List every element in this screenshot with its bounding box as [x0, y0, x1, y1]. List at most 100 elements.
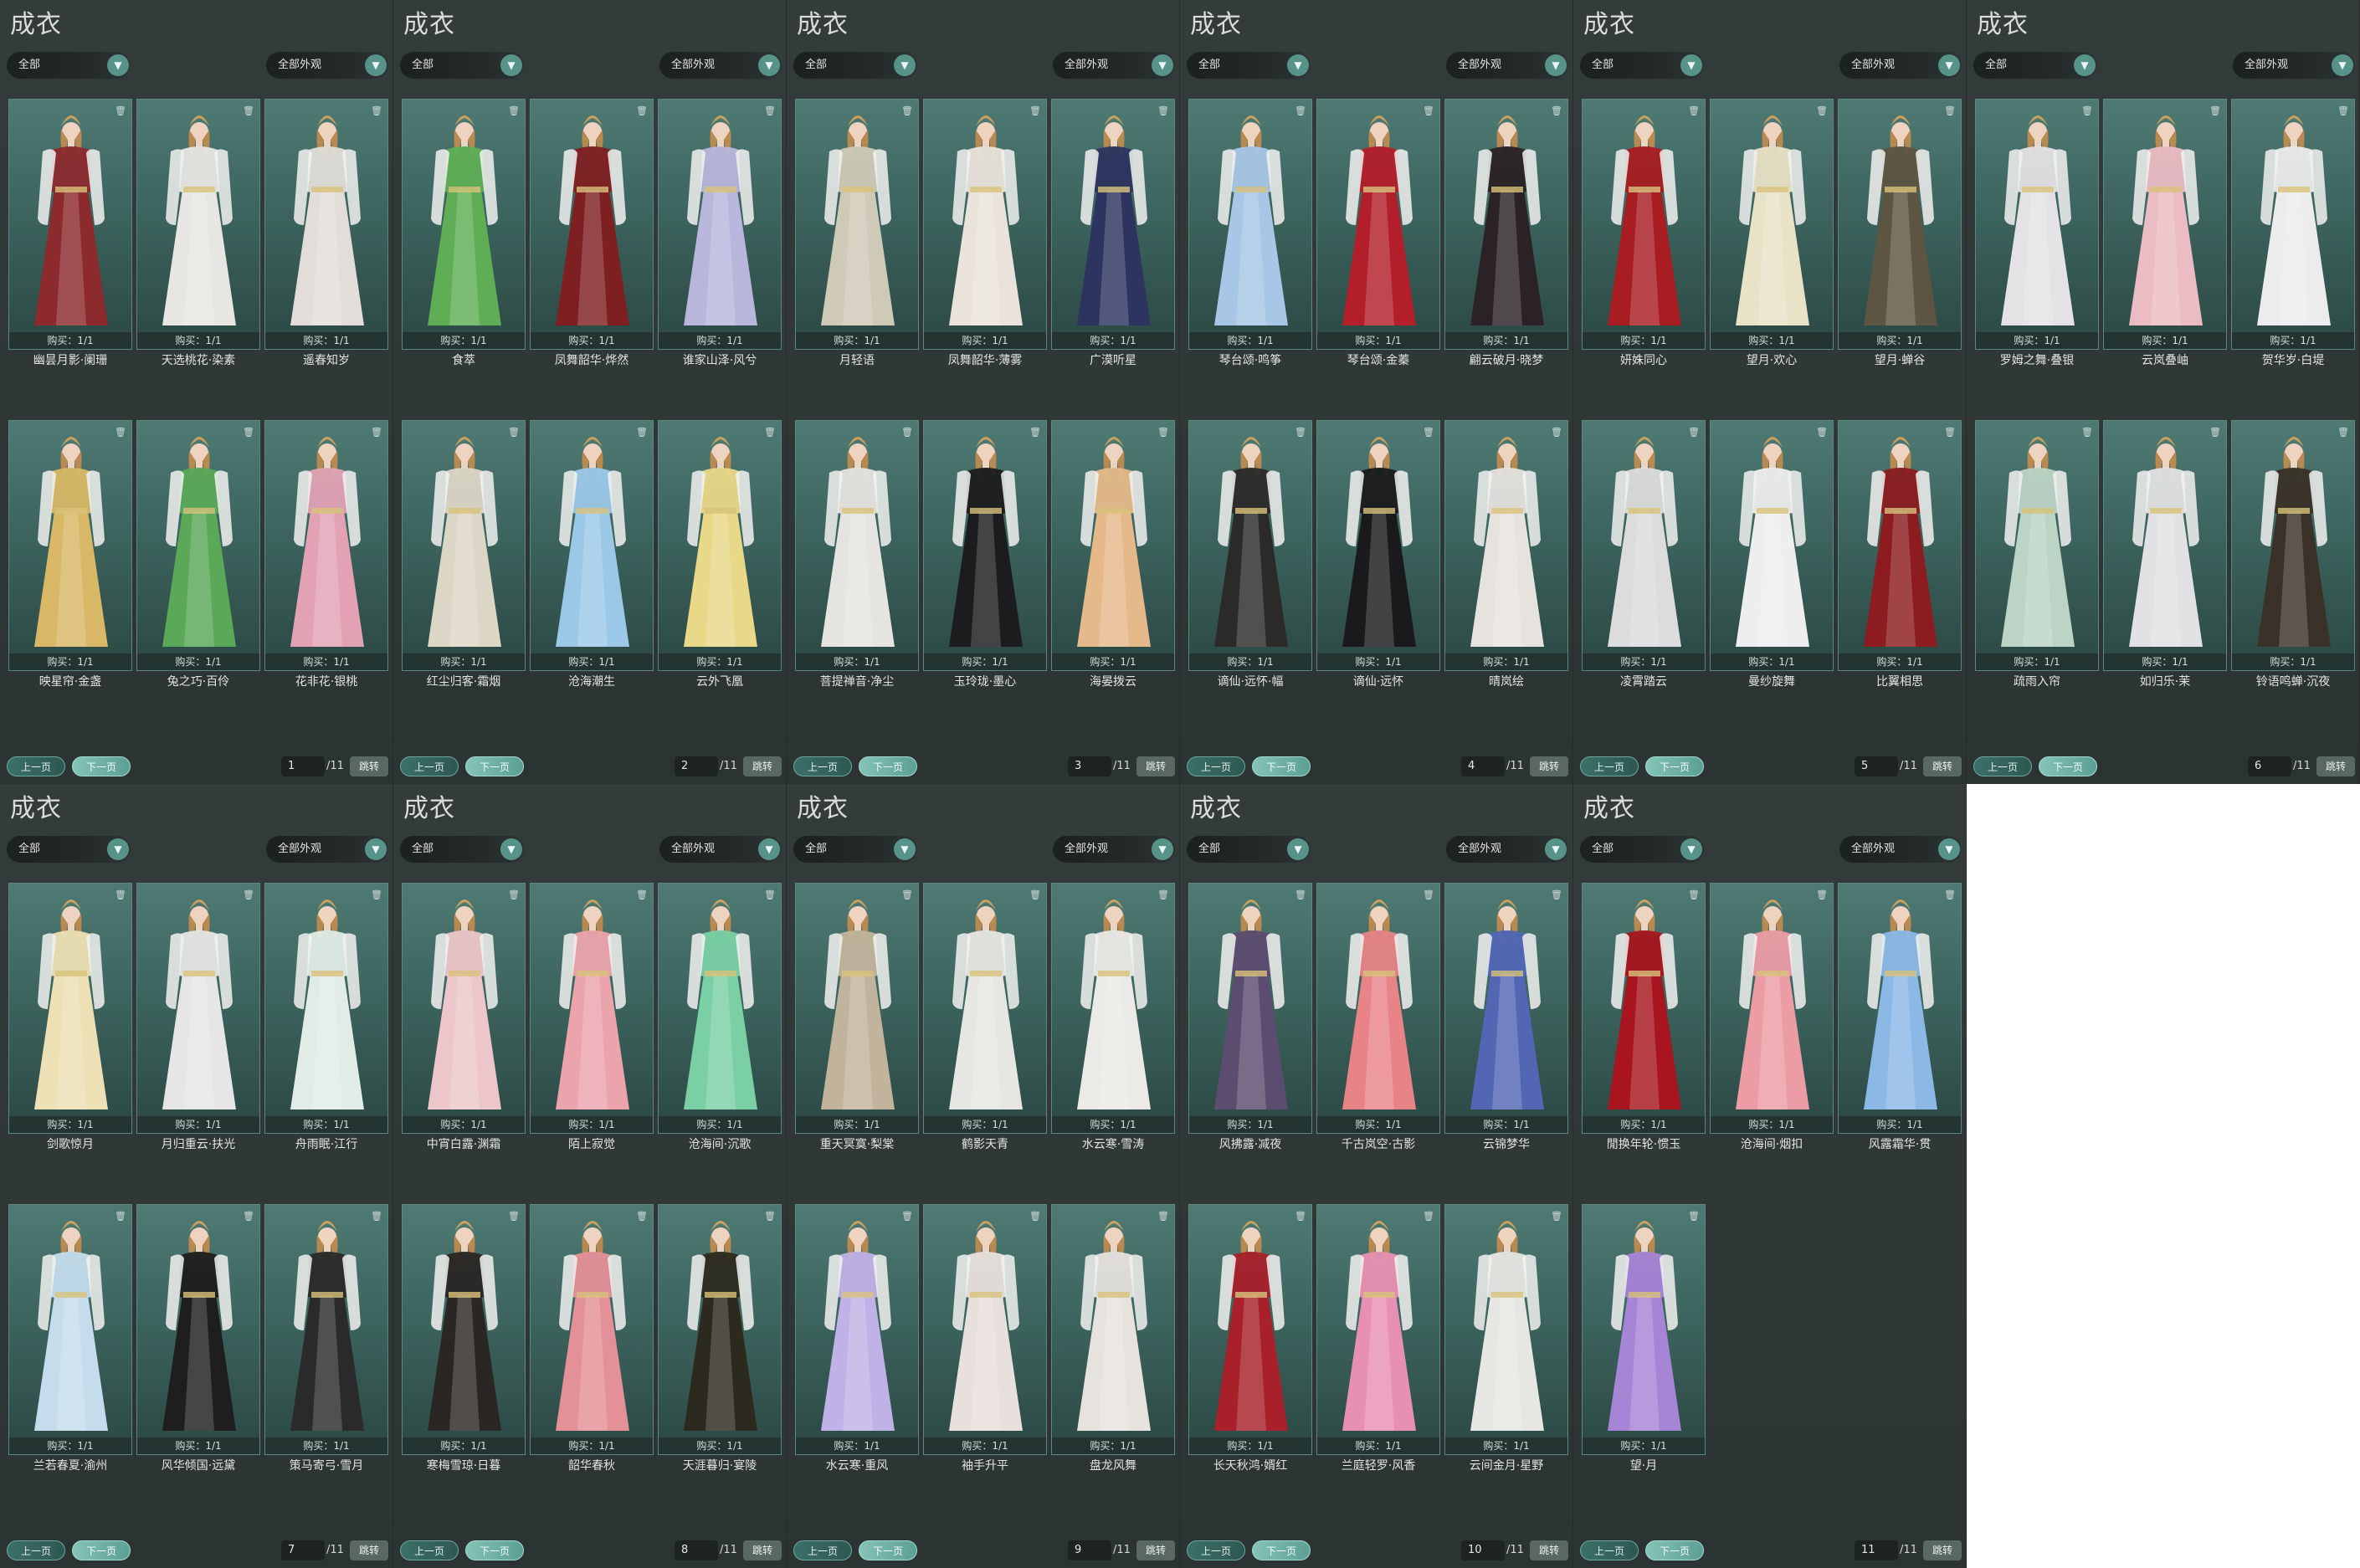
jump-button[interactable]: 跳转: [350, 756, 388, 776]
next-page-button[interactable]: 下一页: [465, 756, 524, 776]
trash-icon[interactable]: 🗑: [1029, 426, 1041, 438]
outfit-card[interactable]: 🗑 购买：1/1: [1444, 420, 1568, 671]
jump-button[interactable]: 跳转: [1923, 1540, 1962, 1560]
chevron-down-icon[interactable]: ▼: [758, 54, 780, 76]
page-number-input[interactable]: 10: [1461, 1540, 1505, 1560]
prev-page-button[interactable]: 上一页: [793, 756, 852, 776]
outfit-card[interactable]: 🗑 购买：1/1: [1975, 99, 2099, 350]
trash-icon[interactable]: 🗑: [1816, 889, 1828, 900]
next-page-button[interactable]: 下一页: [72, 756, 131, 776]
chevron-down-icon[interactable]: ▼: [1545, 838, 1567, 860]
outfit-card[interactable]: 🗑 购买：1/1: [1444, 1204, 1568, 1455]
trash-icon[interactable]: 🗑: [2081, 105, 2093, 116]
trash-icon[interactable]: 🗑: [1423, 1210, 1434, 1222]
next-page-button[interactable]: 下一页: [72, 1540, 131, 1560]
trash-icon[interactable]: 🗑: [371, 889, 382, 900]
jump-button[interactable]: 跳转: [1136, 756, 1175, 776]
trash-icon[interactable]: 🗑: [1551, 1210, 1562, 1222]
trash-icon[interactable]: 🗑: [2081, 426, 2093, 438]
outfit-card[interactable]: 🗑 购买：1/1: [1188, 883, 1312, 1134]
trash-icon[interactable]: 🗑: [764, 426, 776, 438]
prev-page-button[interactable]: 上一页: [400, 1540, 459, 1560]
category-filter-dropdown[interactable]: 全部 ▼: [793, 52, 917, 79]
appearance-filter-dropdown[interactable]: 全部外观 ▼: [1446, 52, 1568, 79]
outfit-card[interactable]: 🗑 购买：1/1: [923, 1204, 1047, 1455]
appearance-filter-dropdown[interactable]: 全部外观 ▼: [1446, 836, 1568, 863]
chevron-down-icon[interactable]: ▼: [365, 54, 387, 76]
trash-icon[interactable]: 🗑: [1423, 105, 1434, 116]
trash-icon[interactable]: 🗑: [1157, 889, 1169, 900]
outfit-card[interactable]: 🗑 购买：1/1: [658, 883, 782, 1134]
chevron-down-icon[interactable]: ▼: [500, 838, 522, 860]
trash-icon[interactable]: 🗑: [764, 105, 776, 116]
trash-icon[interactable]: 🗑: [2209, 105, 2221, 116]
chevron-down-icon[interactable]: ▼: [1938, 838, 1960, 860]
chevron-down-icon[interactable]: ▼: [1680, 54, 1702, 76]
trash-icon[interactable]: 🗑: [901, 105, 913, 116]
outfit-card[interactable]: 🗑 购买：1/1: [136, 420, 260, 671]
trash-icon[interactable]: 🗑: [1816, 105, 1828, 116]
chevron-down-icon[interactable]: ▼: [500, 54, 522, 76]
trash-icon[interactable]: 🗑: [243, 105, 254, 116]
category-filter-dropdown[interactable]: 全部 ▼: [7, 52, 131, 79]
outfit-card[interactable]: 🗑 购买：1/1: [1710, 99, 1834, 350]
prev-page-button[interactable]: 上一页: [793, 1540, 852, 1560]
page-number-input[interactable]: 3: [1068, 756, 1111, 776]
jump-button[interactable]: 跳转: [1530, 756, 1568, 776]
outfit-card[interactable]: 🗑 购买：1/1: [8, 99, 132, 350]
category-filter-dropdown[interactable]: 全部 ▼: [1580, 836, 1704, 863]
category-filter-dropdown[interactable]: 全部 ▼: [793, 836, 917, 863]
next-page-button[interactable]: 下一页: [859, 756, 917, 776]
appearance-filter-dropdown[interactable]: 全部外观 ▼: [1839, 836, 1962, 863]
trash-icon[interactable]: 🗑: [115, 1210, 126, 1222]
next-page-button[interactable]: 下一页: [1645, 1540, 1704, 1560]
outfit-card[interactable]: 🗑 购买：1/1: [530, 1204, 654, 1455]
trash-icon[interactable]: 🗑: [508, 105, 520, 116]
jump-button[interactable]: 跳转: [743, 1540, 782, 1560]
trash-icon[interactable]: 🗑: [1551, 105, 1562, 116]
page-number-input[interactable]: 1: [281, 756, 325, 776]
outfit-card[interactable]: 🗑 购买：1/1: [923, 99, 1047, 350]
chevron-down-icon[interactable]: ▼: [1938, 54, 1960, 76]
trash-icon[interactable]: 🗑: [1688, 889, 1700, 900]
appearance-filter-dropdown[interactable]: 全部外观 ▼: [659, 836, 782, 863]
appearance-filter-dropdown[interactable]: 全部外观 ▼: [2233, 52, 2355, 79]
trash-icon[interactable]: 🗑: [115, 426, 126, 438]
chevron-down-icon[interactable]: ▼: [894, 838, 916, 860]
outfit-card[interactable]: 🗑 购买：1/1: [1316, 883, 1440, 1134]
appearance-filter-dropdown[interactable]: 全部外观 ▼: [1839, 52, 1962, 79]
trash-icon[interactable]: 🗑: [371, 1210, 382, 1222]
page-number-input[interactable]: 6: [2248, 756, 2291, 776]
prev-page-button[interactable]: 上一页: [1973, 756, 2032, 776]
page-number-input[interactable]: 11: [1855, 1540, 1898, 1560]
outfit-card[interactable]: 🗑 购买：1/1: [8, 1204, 132, 1455]
outfit-card[interactable]: 🗑 购买：1/1: [923, 883, 1047, 1134]
category-filter-dropdown[interactable]: 全部 ▼: [1187, 52, 1311, 79]
trash-icon[interactable]: 🗑: [508, 426, 520, 438]
outfit-card[interactable]: 🗑 购买：1/1: [530, 420, 654, 671]
jump-button[interactable]: 跳转: [2316, 756, 2355, 776]
trash-icon[interactable]: 🗑: [1295, 426, 1306, 438]
trash-icon[interactable]: 🗑: [1944, 426, 1956, 438]
outfit-card[interactable]: 🗑 购买：1/1: [1975, 420, 2099, 671]
jump-button[interactable]: 跳转: [1530, 1540, 1568, 1560]
outfit-card[interactable]: 🗑 购买：1/1: [264, 1204, 388, 1455]
prev-page-button[interactable]: 上一页: [1187, 1540, 1245, 1560]
chevron-down-icon[interactable]: ▼: [894, 54, 916, 76]
outfit-card[interactable]: 🗑 购买：1/1: [136, 1204, 260, 1455]
chevron-down-icon[interactable]: ▼: [1152, 838, 1173, 860]
outfit-card[interactable]: 🗑 购买：1/1: [8, 883, 132, 1134]
trash-icon[interactable]: 🗑: [1944, 889, 1956, 900]
outfit-card[interactable]: 🗑 购买：1/1: [264, 99, 388, 350]
jump-button[interactable]: 跳转: [1923, 756, 1962, 776]
trash-icon[interactable]: 🗑: [371, 105, 382, 116]
trash-icon[interactable]: 🗑: [1029, 1210, 1041, 1222]
outfit-card[interactable]: 🗑 购买：1/1: [530, 883, 654, 1134]
chevron-down-icon[interactable]: ▼: [107, 54, 129, 76]
prev-page-button[interactable]: 上一页: [400, 756, 459, 776]
outfit-card[interactable]: 🗑 购买：1/1: [1051, 420, 1175, 671]
trash-icon[interactable]: 🗑: [243, 1210, 254, 1222]
outfit-card[interactable]: 🗑 购买：1/1: [923, 420, 1047, 671]
outfit-card[interactable]: 🗑 购买：1/1: [1838, 99, 1962, 350]
outfit-card[interactable]: 🗑 购买：1/1: [1582, 99, 1706, 350]
